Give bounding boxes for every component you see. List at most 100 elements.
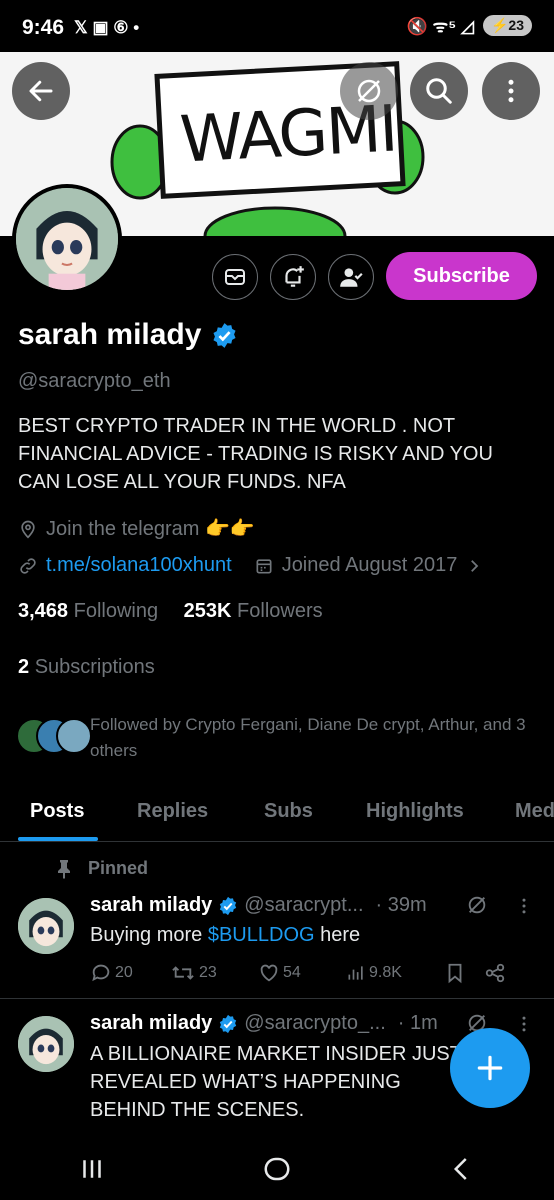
post-header: sarah milady @saracrypto_... · 1m <box>90 1012 438 1035</box>
milady-avatar-icon <box>18 1016 74 1072</box>
verified-badge-icon <box>220 896 237 915</box>
milady-avatar-icon <box>16 188 118 290</box>
profile-name-row: sarah milady <box>18 318 238 352</box>
tab-posts[interactable]: Posts <box>30 800 84 823</box>
grok-button[interactable] <box>340 62 398 120</box>
follower-avatar <box>56 718 92 754</box>
grok-icon <box>357 79 381 103</box>
joined-date: Joined August 2017 <box>281 554 458 576</box>
post-avatar[interactable] <box>18 1016 74 1072</box>
compose-post-button[interactable] <box>450 1028 530 1108</box>
post-author-handle[interactable]: @saracrypto_... <box>244 1012 385 1035</box>
tabs-divider <box>0 841 554 842</box>
followers-link[interactable]: 253K Followers <box>184 600 323 622</box>
status-time: 9:46 <box>22 16 65 39</box>
search-icon <box>426 78 452 104</box>
profile-meta-row: t.me/solana100xhunt Joined August 2017 <box>18 554 483 577</box>
profile-avatar[interactable] <box>12 184 122 294</box>
milady-avatar-icon <box>18 898 74 954</box>
subscribe-button[interactable]: Subscribe <box>386 252 537 300</box>
post-time: · 39m <box>375 894 427 916</box>
pinned-label: Pinned <box>88 858 149 878</box>
share-icon[interactable] <box>484 962 506 984</box>
post-more-icon[interactable] <box>514 1013 534 1035</box>
profile-location: Join the telegram 👉👉 <box>18 516 255 541</box>
following-label: Following <box>73 600 159 622</box>
pin-icon <box>58 859 70 879</box>
verified-badge-icon[interactable] <box>211 322 238 349</box>
grok-icon[interactable] <box>466 894 488 916</box>
bell-plus-icon <box>285 266 304 287</box>
followers-count: 253K <box>183 600 232 622</box>
repost-button[interactable]: 23 <box>170 962 258 984</box>
views-bar-icon <box>348 966 363 980</box>
profile-website-link[interactable]: t.me/solana100xhunt <box>46 554 232 577</box>
bookmark-icon[interactable] <box>444 962 466 984</box>
post-time: · 1m <box>397 1012 438 1034</box>
post-text-end: here <box>314 924 361 946</box>
profile-handle: @saracrypto_eth <box>18 370 171 392</box>
notifications-button[interactable] <box>270 254 316 300</box>
following-link[interactable]: 3,468 Following <box>18 600 158 622</box>
profile-name: sarah milady <box>18 318 202 351</box>
post-divider <box>0 998 554 999</box>
envelope-icon <box>225 269 245 285</box>
home-icon[interactable] <box>262 1154 292 1184</box>
battery-icon: ⚡23 <box>482 15 532 36</box>
subscriptions-label: Subscriptions <box>34 656 155 678</box>
followed-by-text[interactable]: Followed by Crypto Fergani, Diane De cry… <box>90 712 540 764</box>
back-button[interactable] <box>12 62 70 120</box>
message-button[interactable] <box>212 254 258 300</box>
view-count: 9.8K <box>369 964 402 981</box>
status-notification-icons: 𝕏 ▣ ⑥ • <box>74 18 140 37</box>
verified-badge-icon <box>220 1014 237 1033</box>
post-text-start: Buying more <box>90 924 208 946</box>
pinned-row: Pinned <box>56 858 148 879</box>
profile-tabs: Posts Replies Subs Highlights Med <box>0 788 554 840</box>
views-button[interactable]: 9.8K <box>346 963 444 983</box>
link-icon <box>20 557 36 574</box>
post-more-icon[interactable] <box>514 895 534 917</box>
post-avatar[interactable] <box>18 898 74 954</box>
repost-icon <box>172 966 194 980</box>
more-vertical-icon <box>508 79 514 103</box>
following-button[interactable] <box>328 254 374 300</box>
post-header: sarah milady @saracrypt... · 39m <box>90 894 427 917</box>
followed-by-avatars[interactable] <box>16 718 92 754</box>
tab-replies[interactable]: Replies <box>137 800 208 823</box>
post-text: Buying more $BULLDOG here <box>90 921 360 949</box>
back-nav-icon[interactable] <box>447 1154 477 1184</box>
status-right-icons: 🔇 ᯤ⁵ ◿ ⚡23 <box>407 14 532 37</box>
cashtag-link[interactable]: $BULLDOG <box>208 924 315 946</box>
profile-bio: BEST CRYPTO TRADER IN THE WORLD . NOT FI… <box>18 415 493 493</box>
battery-level: 23 <box>508 17 524 33</box>
tab-highlights[interactable]: Highlights <box>366 800 464 823</box>
reply-icon <box>92 964 110 982</box>
post-text: A BILLIONAIRE MARKET INSIDER JUST REVEAL… <box>90 1043 462 1121</box>
post-author-handle[interactable]: @saracrypt... <box>244 894 363 917</box>
status-bar: 9:46 𝕏 ▣ ⑥ • 🔇 ᯤ⁵ ◿ ⚡23 <box>0 0 554 56</box>
arrow-left-icon <box>29 80 53 102</box>
repost-count: 23 <box>199 964 217 981</box>
calendar-icon <box>256 558 272 573</box>
follow-counts: 3,468 Following 253K Followers <box>18 600 323 623</box>
subscriptions-link[interactable]: 2 Subscriptions <box>18 656 155 679</box>
subscriptions-count: 2 <box>18 656 30 678</box>
post-author-name[interactable]: sarah milady <box>90 894 212 917</box>
signal-icons: 🔇 ᯤ⁵ ◿ <box>406 17 474 36</box>
post-actions: 20 23 54 9.8K <box>90 962 530 984</box>
chevron-right-icon[interactable] <box>465 557 483 575</box>
recent-apps-icon[interactable] <box>77 1154 107 1184</box>
reply-button[interactable]: 20 <box>90 962 170 984</box>
tab-media[interactable]: Med <box>515 800 554 823</box>
user-check-icon <box>340 268 363 287</box>
heart-icon <box>260 964 278 982</box>
like-button[interactable]: 54 <box>258 962 346 984</box>
post-author-name[interactable]: sarah milady <box>90 1012 212 1035</box>
followers-label: Followers <box>237 600 323 622</box>
tab-subs[interactable]: Subs <box>264 800 313 823</box>
search-button[interactable] <box>410 62 468 120</box>
plus-icon <box>477 1055 503 1081</box>
like-count: 54 <box>283 964 301 981</box>
more-options-button[interactable] <box>482 62 540 120</box>
